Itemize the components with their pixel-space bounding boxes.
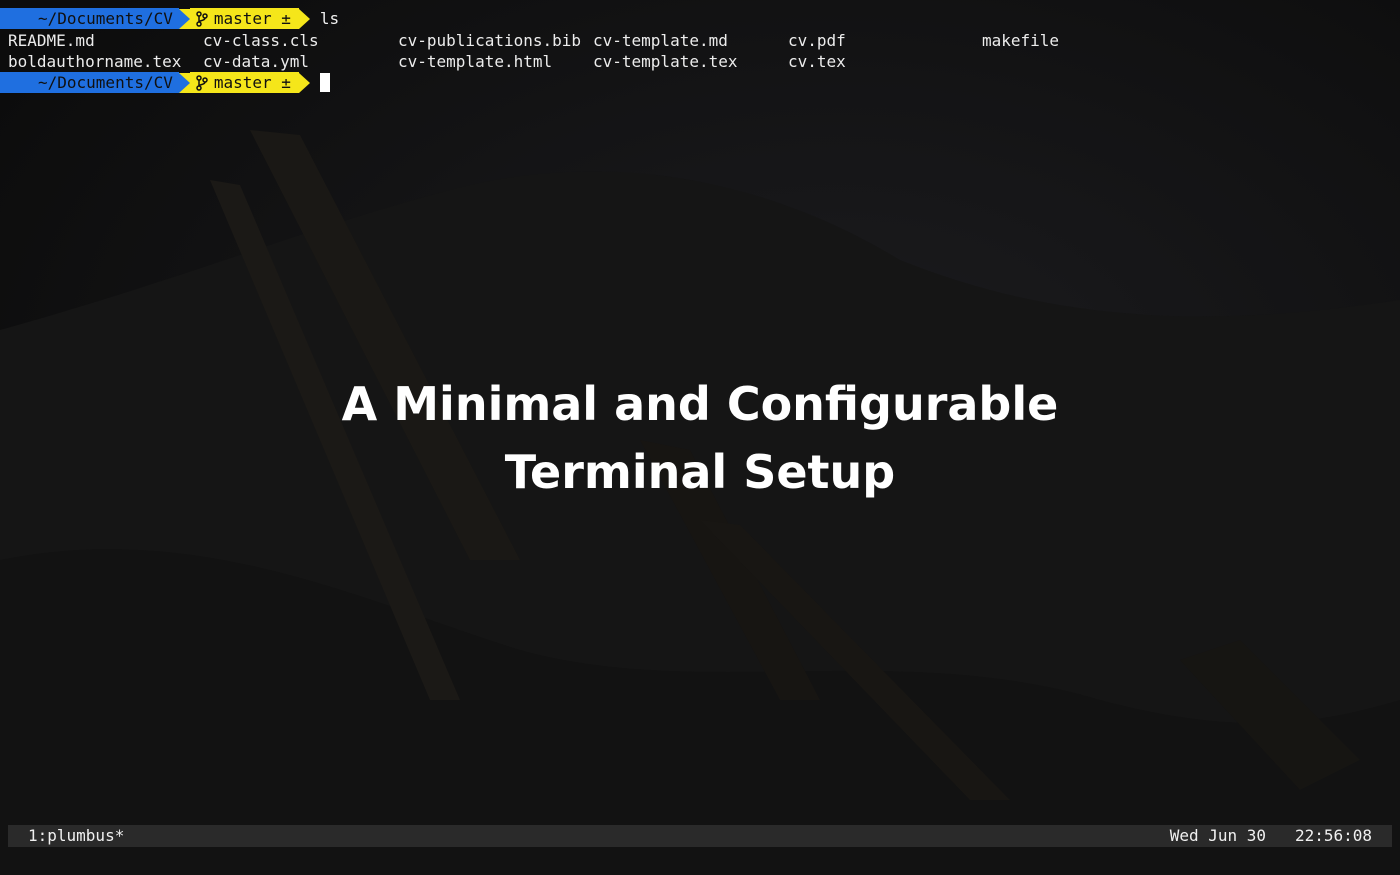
prompt-line: ~/Documents/CV master ± [0, 72, 330, 93]
overlay-title-line: A Minimal and Configurable [341, 377, 1059, 431]
overlay-title: A Minimal and Configurable Terminal Setu… [0, 370, 1400, 506]
powerline-separator [178, 8, 190, 29]
ls-entry: README.md [8, 31, 95, 50]
status-date: Wed Jun 30 [1169, 826, 1267, 845]
command-text: ls [319, 9, 340, 28]
prompt-directory-segment: ~/Documents/CV [0, 8, 179, 29]
prompt-git-segment: master ± [189, 72, 299, 93]
powerline-separator [298, 8, 310, 29]
prompt-git-branch: master ± [213, 73, 291, 92]
ls-entry: cv-publications.bib [398, 31, 582, 50]
prompt-line: ~/Documents/CV master ± ls [0, 8, 340, 29]
ls-entry: cv-template.md [593, 31, 728, 50]
ls-entry: boldauthorname.tex [8, 52, 182, 71]
powerline-separator [178, 72, 190, 93]
ls-entry: cv-template.tex [593, 52, 738, 71]
status-time: 22:56:08 [1294, 826, 1372, 845]
ls-entry: makefile [982, 31, 1060, 50]
ls-entry: cv-template.html [398, 52, 553, 71]
ls-entry: cv-class.cls [203, 31, 319, 50]
status-datetime: Wed Jun 30 22:56:08 [1170, 825, 1372, 847]
ls-entry: cv.pdf [788, 31, 846, 50]
git-branch-icon [196, 74, 208, 91]
ls-entry: cv.tex [788, 52, 846, 71]
terminal-cursor[interactable] [319, 73, 330, 92]
prompt-directory-segment: ~/Documents/CV [0, 72, 179, 93]
prompt-git-segment: master ± [189, 8, 299, 29]
prompt-git-branch: master ± [213, 9, 291, 28]
tmux-window-tab[interactable]: 1:plumbus* [28, 825, 124, 847]
terminal-window[interactable]: ~/Documents/CV master ± ls README.md cv-… [0, 0, 1400, 875]
overlay-title-line: Terminal Setup [504, 445, 896, 499]
git-branch-icon [196, 10, 208, 27]
ls-entry: cv-data.yml [203, 52, 309, 71]
powerline-separator [298, 72, 310, 93]
tmux-status-bar: 1:plumbus* Wed Jun 30 22:56:08 [8, 825, 1392, 847]
